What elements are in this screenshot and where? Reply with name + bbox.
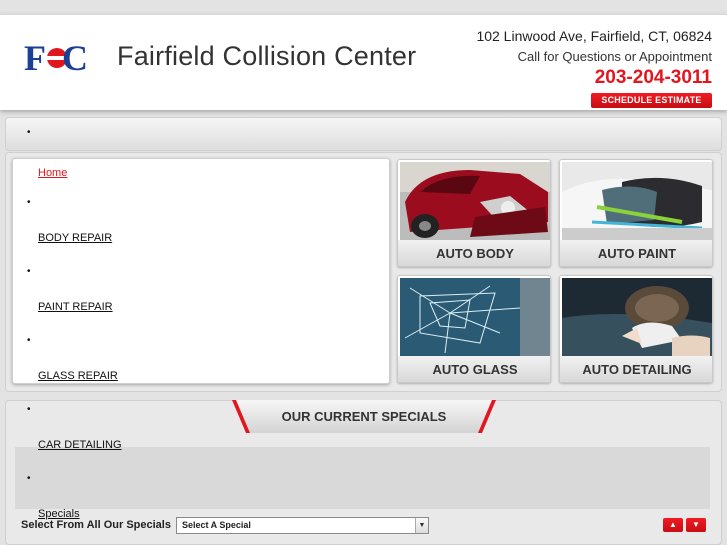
- service-label: AUTO DETAILING: [560, 356, 712, 382]
- site-header: F C Fairfield Collision Center 102 Linwo…: [0, 14, 727, 110]
- address-text: 102 Linwood Ave, Fairfield, CT, 06824: [476, 28, 712, 44]
- svg-text:C: C: [62, 39, 88, 77]
- car-damage-photo: [400, 162, 550, 240]
- nav-link-specials[interactable]: Specials: [38, 508, 80, 520]
- phone-number[interactable]: 203-204-3011: [595, 67, 712, 89]
- chevron-down-icon[interactable]: ▼: [415, 518, 428, 533]
- nav-bullet: •: [27, 335, 31, 346]
- nav-link-body-repair[interactable]: BODY REPAIR: [38, 232, 112, 244]
- nav-bullet: •: [27, 473, 31, 484]
- nav-bullet: •: [27, 197, 31, 208]
- cracked-glass-photo: [400, 278, 550, 356]
- service-label: AUTO BODY: [398, 240, 550, 266]
- scroll-down-button[interactable]: ▼: [686, 518, 706, 532]
- paint-booth-photo: [562, 162, 712, 240]
- intro-panel: [12, 158, 390, 384]
- polishing-photo: [562, 278, 712, 356]
- fcc-logo[interactable]: F C: [24, 38, 92, 78]
- specials-select[interactable]: Select A Special ▼: [176, 517, 429, 534]
- nav-link-home[interactable]: Home: [38, 167, 67, 179]
- service-label: AUTO GLASS: [398, 356, 550, 382]
- svg-text:F: F: [24, 39, 46, 77]
- service-label: AUTO PAINT: [560, 240, 712, 266]
- specials-content: [15, 447, 710, 509]
- service-tile-auto-detailing[interactable]: AUTO DETAILING: [559, 275, 713, 383]
- nav-bullet: •: [27, 404, 31, 415]
- nav-bar: [5, 117, 722, 151]
- specials-select-value: Select A Special: [182, 520, 251, 530]
- service-tile-auto-glass[interactable]: AUTO GLASS: [397, 275, 551, 383]
- schedule-estimate-button[interactable]: SCHEDULE ESTIMATE: [591, 93, 712, 108]
- nav-bullet: •: [27, 266, 31, 277]
- site-title: Fairfield Collision Center: [117, 41, 417, 71]
- nav-link-car-detailing[interactable]: CAR DETAILING: [38, 439, 122, 451]
- nav-bullet: •: [27, 127, 31, 138]
- nav-link-glass-repair[interactable]: GLASS REPAIR: [38, 370, 118, 382]
- specials-title: OUR CURRENT SPECIALS: [281, 409, 447, 424]
- scroll-up-button[interactable]: ▲: [663, 518, 683, 532]
- call-text: Call for Questions or Appointment: [517, 49, 712, 64]
- select-specials-label: Select From All Our Specials: [21, 519, 171, 531]
- service-tile-auto-body[interactable]: AUTO BODY: [397, 159, 551, 267]
- service-tile-auto-paint[interactable]: AUTO PAINT: [559, 159, 713, 267]
- nav-link-paint-repair[interactable]: PAINT REPAIR: [38, 301, 113, 313]
